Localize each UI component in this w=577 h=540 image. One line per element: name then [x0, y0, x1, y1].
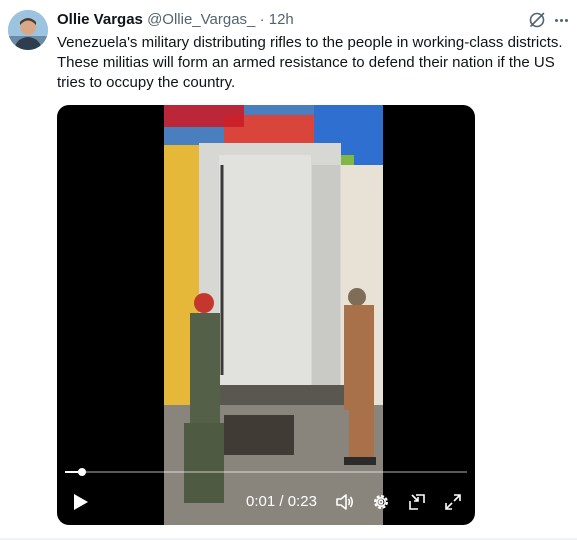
more-icon[interactable] — [551, 10, 571, 30]
post-timestamp[interactable]: 12h — [269, 11, 294, 28]
tweet-header: Ollie Vargas @Ollie_Vargas_ · 12h — [57, 10, 567, 30]
video-progress-handle[interactable] — [78, 468, 87, 476]
video-current-time: 0:01 — [246, 493, 276, 510]
volume-icon[interactable] — [335, 492, 355, 512]
tweet-text: Venezuela's military distributing rifles… — [57, 34, 563, 91]
video-frame — [164, 105, 383, 525]
video-progress-bar[interactable] — [65, 468, 467, 476]
video-player[interactable]: 0:01 / 0:23 — [57, 105, 475, 525]
video-time-separator: / — [279, 493, 284, 510]
video-duration: 0:23 — [287, 493, 317, 510]
picture-in-picture-icon[interactable] — [407, 492, 427, 512]
video-timecode: 0:01 / 0:23 — [246, 493, 317, 511]
author-avatar[interactable] — [8, 10, 48, 50]
fullscreen-icon[interactable] — [443, 492, 463, 512]
author-name[interactable]: Ollie Vargas — [57, 11, 143, 28]
settings-gear-icon[interactable] — [371, 492, 391, 512]
author-handle[interactable]: @Ollie_Vargas_ — [147, 11, 255, 28]
grok-icon[interactable] — [527, 10, 547, 30]
header-separator: · — [259, 11, 265, 28]
play-icon[interactable] — [73, 493, 89, 511]
